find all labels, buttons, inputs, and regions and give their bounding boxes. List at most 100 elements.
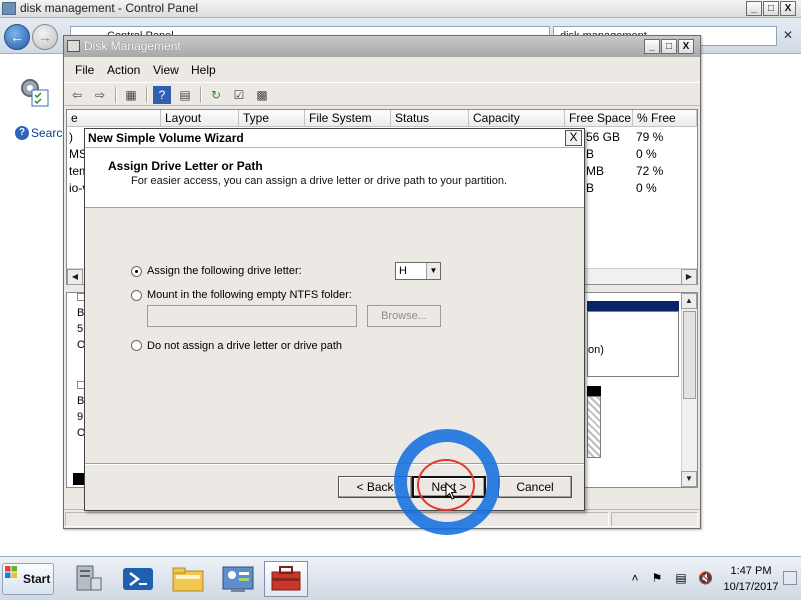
properties-icon[interactable]: ▩ <box>253 86 271 104</box>
disk-label: 9 <box>77 411 84 423</box>
volume-muted-icon[interactable]: 🔇 <box>698 571 713 585</box>
chevron-down-icon[interactable]: ▼ <box>426 263 440 279</box>
scroll-left-icon[interactable]: ◀ <box>67 269 83 285</box>
taskbar-control-panel[interactable] <box>216 561 260 597</box>
drive-letter-select[interactable]: H ▼ <box>395 262 441 280</box>
taskbar-computer-management[interactable] <box>264 561 308 597</box>
minimize-button[interactable]: _ <box>746 1 762 16</box>
clock-time[interactable]: 1:47 PM <box>726 565 776 577</box>
toolbox-icon <box>271 566 301 591</box>
start-label: Start <box>23 572 51 586</box>
help-book-icon[interactable]: ? <box>153 86 171 104</box>
control-panel-titlebar: disk management - Control Panel _ □ X <box>0 0 801 18</box>
status-cell <box>65 512 609 527</box>
show-desktop-button[interactable] <box>783 571 797 585</box>
disk-label: 5 <box>77 323 84 335</box>
toolbar-separator <box>146 87 148 103</box>
toolbar-separator <box>115 87 117 103</box>
ntfs-folder-path-input[interactable] <box>147 305 357 327</box>
free-space-cell: 56 GB <box>586 130 621 144</box>
cancel-button[interactable]: Cancel <box>498 476 572 498</box>
taskbar-powershell[interactable] <box>116 561 160 597</box>
assign-letter-radio[interactable] <box>131 266 142 277</box>
browse-button[interactable]: Browse... <box>367 305 441 327</box>
control-panel-title: disk management - Control Panel <box>20 1 199 15</box>
volume-bar <box>587 301 679 311</box>
column-header-capacity[interactable]: Capacity <box>469 110 565 127</box>
toolbar: ⇦ ⇨ ▦ ? ▤ ↻ ☑ ▩ <box>64 82 700 106</box>
maximize-button[interactable]: □ <box>763 1 779 16</box>
unallocated-bar <box>587 386 601 396</box>
dm-close-button[interactable]: X <box>678 39 694 54</box>
column-header-file-system[interactable]: File System <box>305 110 391 127</box>
free-space-cell: MB <box>586 164 604 178</box>
menu-help[interactable]: Help <box>191 63 216 77</box>
mount-folder-radio[interactable] <box>131 290 142 301</box>
column-header-layout[interactable]: Layout <box>161 110 239 127</box>
menu-action[interactable]: Action <box>107 63 140 77</box>
wizard-close-button[interactable]: X <box>565 130 582 146</box>
disk-management-title: Disk Management <box>84 39 181 53</box>
mouse-pointer-icon <box>445 482 457 500</box>
refresh-icon[interactable]: ↻ <box>207 86 225 104</box>
unallocated-block[interactable] <box>587 396 601 458</box>
no-assign-label: Do not assign a drive letter or drive pa… <box>147 340 343 352</box>
disk-management-app-icon <box>67 40 80 52</box>
clear-search-icon[interactable]: ✕ <box>781 29 795 43</box>
column-header-status[interactable]: Status <box>391 110 469 127</box>
dm-maximize-button[interactable]: □ <box>661 39 677 54</box>
properties-view-icon[interactable]: ▤ <box>176 86 194 104</box>
wizard-heading: Assign Drive Letter or Path <box>108 159 263 173</box>
show-hide-console-icon[interactable]: ▦ <box>122 86 140 104</box>
percent-free-cell: 0 % <box>636 147 657 161</box>
partition-label: on) <box>588 344 604 356</box>
scroll-down-icon[interactable]: ▼ <box>681 471 697 487</box>
percent-free-cell: 0 % <box>636 181 657 195</box>
column-header-percent-free[interactable]: % Free <box>633 110 697 127</box>
menu-view[interactable]: View <box>153 63 179 77</box>
wizard-titlebar: New Simple Volume Wizard X <box>85 129 584 148</box>
network-icon[interactable]: ▤ <box>674 571 688 585</box>
wizard-header: Assign Drive Letter or Path For easier a… <box>85 148 584 208</box>
column-header-volume[interactable]: e <box>67 110 161 127</box>
action-center-flag-icon[interactable]: ⚑ <box>650 571 664 585</box>
menu-file[interactable]: File <box>75 63 94 77</box>
taskbar-server-manager[interactable] <box>66 561 110 597</box>
status-bar <box>64 509 700 528</box>
back-icon[interactable]: ⇦ <box>68 86 86 104</box>
table-row-volume[interactable]: ) <box>69 130 73 144</box>
percent-free-cell: 72 % <box>636 164 664 178</box>
taskbar-explorer[interactable] <box>166 561 210 597</box>
partition-block[interactable]: on) <box>587 311 679 377</box>
server-manager-icon <box>76 565 102 591</box>
forward-arrow-icon[interactable]: → <box>32 24 58 50</box>
scrollbar-thumb[interactable] <box>683 311 696 399</box>
folder-icon <box>172 567 204 592</box>
column-header-type[interactable]: Type <box>239 110 305 127</box>
free-space-cell: B <box>586 181 595 195</box>
forward-icon[interactable]: ⇨ <box>91 86 109 104</box>
scroll-right-icon[interactable]: ▶ <box>681 269 697 285</box>
no-assign-radio[interactable] <box>131 340 142 351</box>
disk-management-titlebar: Disk Management _ □ X <box>64 36 700 57</box>
control-panel-icon <box>222 566 254 592</box>
toolbar-separator <box>200 87 202 103</box>
wizard-subheading: For easier access, you can assign a driv… <box>131 175 508 187</box>
dm-minimize-button[interactable]: _ <box>644 39 660 54</box>
wizard-title: New Simple Volume Wizard <box>88 131 244 145</box>
powershell-icon <box>123 568 153 590</box>
mount-folder-label: Mount in the following empty NTFS folder… <box>147 289 352 301</box>
column-header-free-space[interactable]: Free Space <box>565 110 633 127</box>
rescan-check-icon[interactable]: ☑ <box>230 86 248 104</box>
help-icon: ? <box>15 126 29 140</box>
vertical-scrollbar[interactable]: ▲ ▼ <box>681 293 697 487</box>
menu-bar: File Action View Help <box>64 59 700 81</box>
back-arrow-icon[interactable]: ← <box>4 24 30 50</box>
assign-letter-label: Assign the following drive letter: <box>147 265 302 277</box>
scroll-up-icon[interactable]: ▲ <box>681 293 697 309</box>
clock-date[interactable]: 10/17/2017 <box>721 581 781 593</box>
drive-letter-value: H <box>399 265 407 277</box>
close-button[interactable]: X <box>780 1 796 16</box>
status-cell <box>611 512 698 527</box>
show-hidden-icons-icon[interactable]: ˄ <box>628 571 642 585</box>
